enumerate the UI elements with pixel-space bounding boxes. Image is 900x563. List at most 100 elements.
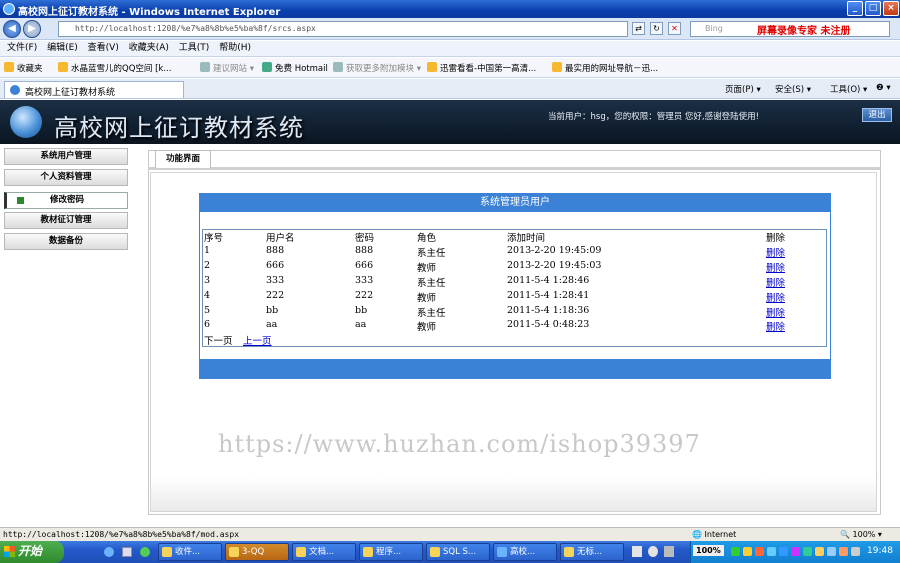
menu-edit[interactable]: 编辑(E) [47,41,78,56]
tray-icon[interactable] [755,547,764,556]
minimize-button[interactable]: _ [847,1,863,16]
menu-help[interactable]: 帮助(H) [219,41,251,56]
tray-icon[interactable] [815,547,824,556]
table-cell: 2013-2-20 19:45:03 [507,260,602,271]
tray-icon[interactable] [779,547,788,556]
table-cell: 教师 [417,293,437,304]
window-title-bar: 高校网上征订教材系统 - Windows Internet Explorer _… [0,0,900,18]
ie-quicklaunch-icon[interactable] [104,547,114,557]
panel-footer [200,359,830,378]
task-docs[interactable]: 文档... [292,543,356,561]
delete-link[interactable]: 删除 [766,260,785,274]
zoom-level[interactable]: 🔍 100% ▾ [840,530,882,539]
help-icon[interactable] [648,546,658,557]
page-icon [333,62,343,72]
tools-menu[interactable]: 工具(O) ▾ [830,83,867,95]
delete-link[interactable]: 删除 [766,319,785,333]
desktop-quicklaunch-icon[interactable] [122,547,132,557]
table-cell: 333 [355,275,374,286]
media-quicklaunch-icon[interactable] [140,547,150,557]
address-bar[interactable]: http://localhost:1208/%e7%a8%8b%e5%ba%8f… [58,21,628,37]
refresh-icon[interactable]: ↻ [650,22,663,35]
table-cell: 5 [204,305,211,316]
table-cell: 666 [355,260,374,271]
task-program[interactable]: 程序... [359,543,423,561]
tray-icon[interactable] [767,547,776,556]
tab-title: 高校网上征订教材系统 [25,88,116,98]
menu-view[interactable]: 查看(V) [88,41,119,56]
task-browser[interactable]: 高校... [493,543,557,561]
task-inbox[interactable]: 收件... [158,543,222,561]
favorite-xunlei[interactable]: 迅雷看看-中国第一高清... [427,62,536,74]
sidebar-item-backup[interactable]: 数据备份 [4,233,128,250]
tray-percent: 100% [693,545,724,556]
favorite-link-qzone[interactable]: 水晶蓝雪儿的QQ空间 [k... [58,62,171,74]
maximize-button[interactable]: □ [865,1,881,16]
window-title: 高校网上征订教材系统 - Windows Internet Explorer [18,7,281,18]
table-cell: 3 [204,275,211,286]
delete-link[interactable]: 删除 [766,290,785,304]
tray-icon[interactable] [791,547,800,556]
tray-icon[interactable] [827,547,836,556]
panel-title: 系统管理员用户 [200,194,830,212]
sidebar-item-profile[interactable]: 个人资料管理 [4,169,128,186]
sidebar-item-textbook-orders[interactable]: 教材征订管理 [4,212,128,229]
column-header: 添加时间 [507,233,546,244]
tray-icon[interactable] [731,547,740,556]
delete-link[interactable]: 删除 [766,275,785,289]
back-icon[interactable]: ◀ [3,20,21,38]
search-placeholder: Bing [705,24,723,33]
tray-icon[interactable] [743,547,752,556]
keyboard-icon[interactable] [664,546,674,557]
volume-icon[interactable] [851,547,860,556]
page-menu[interactable]: 页面(P) ▾ [725,83,761,95]
site-header: 高校网上征订教材系统 当前用户：hsg，您的权限：管理员 您好,感谢登陆使用! … [0,100,900,144]
watermark: https://www.huzhan.com/ishop39397 [218,430,701,458]
browser-tab[interactable]: 高校网上征订教材系统 [4,81,184,98]
favorite-hotmail[interactable]: 免费 Hotmail [262,62,328,74]
task-untitled[interactable]: 无标... [560,543,624,561]
logout-button[interactable]: 退出 [862,108,892,122]
status-bar: http://localhost:1208/%e7%a8%8b%e5%ba%8f… [0,527,900,541]
column-header: 序号 [204,233,224,244]
close-button[interactable]: × [883,1,899,16]
menu-file[interactable]: 文件(F) [7,41,37,56]
sidebar-item-system-users[interactable]: 系统用户管理 [4,148,128,165]
start-button[interactable]: 开始 [0,541,64,563]
task-qq[interactable]: 3-QQ [225,543,289,561]
table-cell: 222 [355,290,374,301]
app-icon [564,547,574,557]
clock: 19:48 [867,546,893,556]
safety-menu[interactable]: 安全(S) ▾ [775,83,811,95]
stop-icon[interactable]: ✕ [668,22,681,35]
pager-prev-link[interactable]: 上一页 [243,333,272,347]
table-cell: 2013-2-20 19:45:09 [507,245,602,256]
tray-icon[interactable] [839,547,848,556]
site-title: 高校网上征订教材系统 [54,114,304,142]
favorite-nav[interactable]: 最实用的网址导航－迅... [552,62,658,74]
table-cell: aa [355,319,367,330]
tab-function[interactable]: 功能界面 [155,150,211,168]
menu-tools[interactable]: 工具(T) [179,41,210,56]
delete-link[interactable]: 删除 [766,245,785,259]
recorder-label: 屏幕录像专家 未注册 [757,26,851,37]
tray-icon[interactable] [803,547,812,556]
column-header: 角色 [417,233,437,244]
sidebar-item-change-password[interactable]: 修改密码 [4,192,128,209]
table-cell: 4 [204,290,211,301]
table-cell: 2011-5-4 1:28:46 [507,275,590,286]
favorite-suggested-sites[interactable]: 建议网站 ▾ [200,62,254,74]
compat-view-icon[interactable]: ⇄ [632,22,645,35]
pager-next[interactable]: 下一页 [204,333,233,347]
task-sql[interactable]: SQL S... [426,543,490,561]
site-icon [10,85,20,95]
delete-link[interactable]: 删除 [766,305,785,319]
forward-icon[interactable]: ▶ [23,20,41,38]
tray-app-icon[interactable] [632,546,642,557]
folder-icon [296,547,306,557]
table-cell: 666 [266,260,285,271]
menu-favorites[interactable]: 收藏夹(A) [129,41,169,56]
help-menu[interactable]: ❷ ▾ [876,83,891,93]
favorites-button[interactable]: 收藏夹 [4,62,43,74]
favorite-addons[interactable]: 获取更多附加模块 ▾ [333,62,421,74]
